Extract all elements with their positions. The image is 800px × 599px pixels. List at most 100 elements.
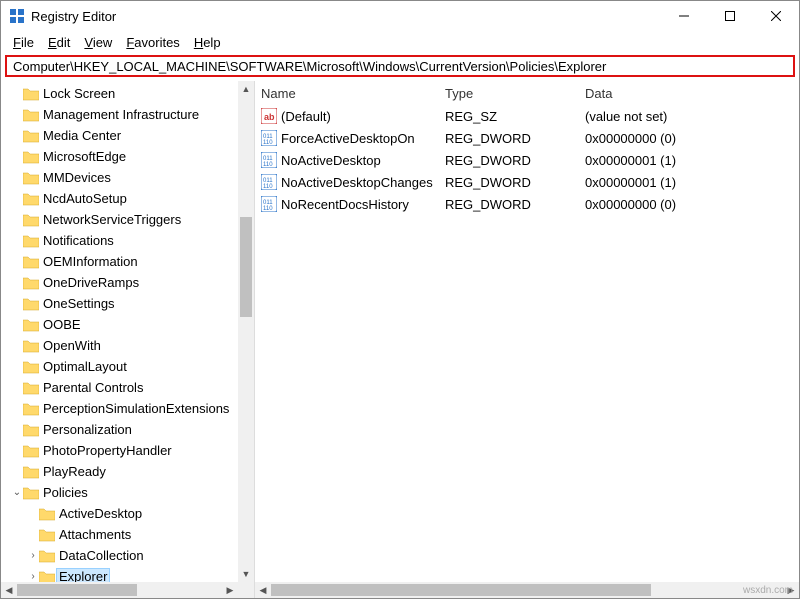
folder-icon: [23, 192, 39, 206]
scroll-thumb[interactable]: [271, 584, 651, 596]
watermark: wsxdn.com: [743, 585, 793, 596]
chevron-icon[interactable]: ›: [27, 550, 39, 561]
folder-icon: [23, 318, 39, 332]
value-row[interactable]: NoActiveDesktopREG_DWORD0x00000001 (1): [255, 149, 799, 171]
scroll-down-icon[interactable]: ▼: [238, 566, 254, 582]
tree-item[interactable]: OpenWith: [11, 335, 238, 356]
value-row[interactable]: NoRecentDocsHistory REG_DWORD0x00000000 (…: [255, 193, 799, 215]
tree-item-label: Attachments: [59, 527, 131, 542]
value-name: NoRecentDocsHistory: [281, 197, 409, 212]
folder-icon: [23, 234, 39, 248]
column-headers: Name Type Data: [255, 81, 799, 105]
tree-item[interactable]: Notifications: [11, 230, 238, 251]
menu-edit[interactable]: Edit: [42, 33, 76, 52]
maximize-button[interactable]: [707, 1, 753, 31]
tree-item-label: OneSettings: [43, 296, 115, 311]
folder-icon: [39, 507, 55, 521]
tree-item-label: ActiveDesktop: [59, 506, 142, 521]
list-horizontal-scrollbar[interactable]: ◀ ▶: [255, 582, 799, 598]
scroll-thumb[interactable]: [17, 584, 137, 596]
app-icon: [9, 8, 25, 24]
scroll-corner: [238, 582, 254, 598]
scroll-up-icon[interactable]: ▲: [238, 81, 254, 97]
tree-item[interactable]: ActiveDesktop: [11, 503, 238, 524]
binary-value-icon: [261, 196, 277, 212]
tree-item[interactable]: Parental Controls: [11, 377, 238, 398]
tree-item[interactable]: Personalization: [11, 419, 238, 440]
tree-item-label: OOBE: [43, 317, 81, 332]
value-rows: (Default)REG_SZ(value not set)ForceActiv…: [255, 105, 799, 215]
value-name: NoActiveDesktop: [281, 153, 381, 168]
tree-item[interactable]: ›Explorer: [11, 566, 238, 582]
tree-list: Lock Screen Management InfrastructureMedi…: [1, 81, 238, 582]
chevron-icon[interactable]: ⌄: [11, 487, 23, 498]
value-type: REG_DWORD: [439, 173, 579, 192]
tree-item[interactable]: ⌄Policies: [11, 482, 238, 503]
column-header-name[interactable]: Name: [255, 82, 439, 105]
tree-item[interactable]: OneSettings: [11, 293, 238, 314]
tree-item-label: PerceptionSimulationExtensions: [43, 401, 229, 416]
column-header-type[interactable]: Type: [439, 82, 579, 105]
column-header-data[interactable]: Data: [579, 82, 799, 105]
value-name: (Default): [281, 109, 331, 124]
tree-item-label: Personalization: [43, 422, 132, 437]
minimize-button[interactable]: [661, 1, 707, 31]
tree-item[interactable]: PlayReady: [11, 461, 238, 482]
tree-item-label: Lock Screen: [43, 86, 115, 101]
tree-item[interactable]: OptimalLayout: [11, 356, 238, 377]
menu-view[interactable]: View: [78, 33, 118, 52]
binary-value-icon: [261, 130, 277, 146]
tree-item[interactable]: PerceptionSimulationExtensions: [11, 398, 238, 419]
value-data: 0x00000000 (0): [579, 129, 799, 148]
tree-item[interactable]: NcdAutoSetup: [11, 188, 238, 209]
tree-item[interactable]: Lock Screen: [11, 83, 238, 104]
folder-icon: [23, 360, 39, 374]
folder-icon: [39, 570, 55, 583]
tree-item[interactable]: NetworkServiceTriggers: [11, 209, 238, 230]
scroll-right-icon[interactable]: ▶: [222, 582, 238, 598]
tree-item-label: PhotoPropertyHandler: [43, 443, 172, 458]
value-name: ForceActiveDesktopOn: [281, 131, 415, 146]
tree-item[interactable]: OEMInformation: [11, 251, 238, 272]
tree-horizontal-scrollbar[interactable]: ◀ ▶: [1, 582, 238, 598]
menu-file[interactable]: File: [7, 33, 40, 52]
tree-item[interactable]: Management Infrastructure: [11, 104, 238, 125]
value-row[interactable]: NoActiveDesktopChanges REG_DWORD0x0000000…: [255, 171, 799, 193]
value-data: 0x00000001 (1): [579, 151, 799, 170]
address-bar[interactable]: Computer\HKEY_LOCAL_MACHINE\SOFTWARE\Mic…: [5, 55, 795, 77]
folder-icon: [39, 549, 55, 563]
folder-icon: [23, 423, 39, 437]
menu-favorites[interactable]: Favorites: [120, 33, 185, 52]
tree-item[interactable]: ›DataCollection: [11, 545, 238, 566]
folder-icon: [23, 465, 39, 479]
folder-icon: [23, 486, 39, 500]
value-type: REG_DWORD: [439, 195, 579, 214]
scroll-left-icon[interactable]: ◀: [1, 582, 17, 598]
value-row[interactable]: ForceActiveDesktopOnREG_DWORD0x00000000 …: [255, 127, 799, 149]
value-row[interactable]: (Default)REG_SZ(value not set): [255, 105, 799, 127]
tree-item[interactable]: OneDriveRamps: [11, 272, 238, 293]
titlebar[interactable]: Registry Editor: [1, 1, 799, 31]
tree-item-label: OptimalLayout: [43, 359, 127, 374]
tree-item-label: OEMInformation: [43, 254, 138, 269]
window-title: Registry Editor: [31, 9, 661, 24]
tree-item[interactable]: Attachments: [11, 524, 238, 545]
tree-item[interactable]: Media Center: [11, 125, 238, 146]
tree-item[interactable]: PhotoPropertyHandler: [11, 440, 238, 461]
tree-item[interactable]: MMDevices: [11, 167, 238, 188]
window-controls: [661, 1, 799, 31]
tree-item-label: PlayReady: [43, 464, 106, 479]
value-data: (value not set): [579, 107, 799, 126]
tree-item[interactable]: MicrosoftEdge: [11, 146, 238, 167]
chevron-icon[interactable]: ›: [27, 571, 39, 582]
menubar: File Edit View Favorites Help: [1, 31, 799, 53]
scroll-left-icon[interactable]: ◀: [255, 582, 271, 598]
close-button[interactable]: [753, 1, 799, 31]
tree-vertical-scrollbar[interactable]: ▲ ▼: [238, 81, 254, 582]
value-data: 0x00000001 (1): [579, 173, 799, 192]
value-data: 0x00000000 (0): [579, 195, 799, 214]
scroll-thumb[interactable]: [240, 217, 252, 317]
menu-help[interactable]: Help: [188, 33, 227, 52]
tree-item[interactable]: OOBE: [11, 314, 238, 335]
value-name: NoActiveDesktopChanges: [281, 175, 433, 190]
